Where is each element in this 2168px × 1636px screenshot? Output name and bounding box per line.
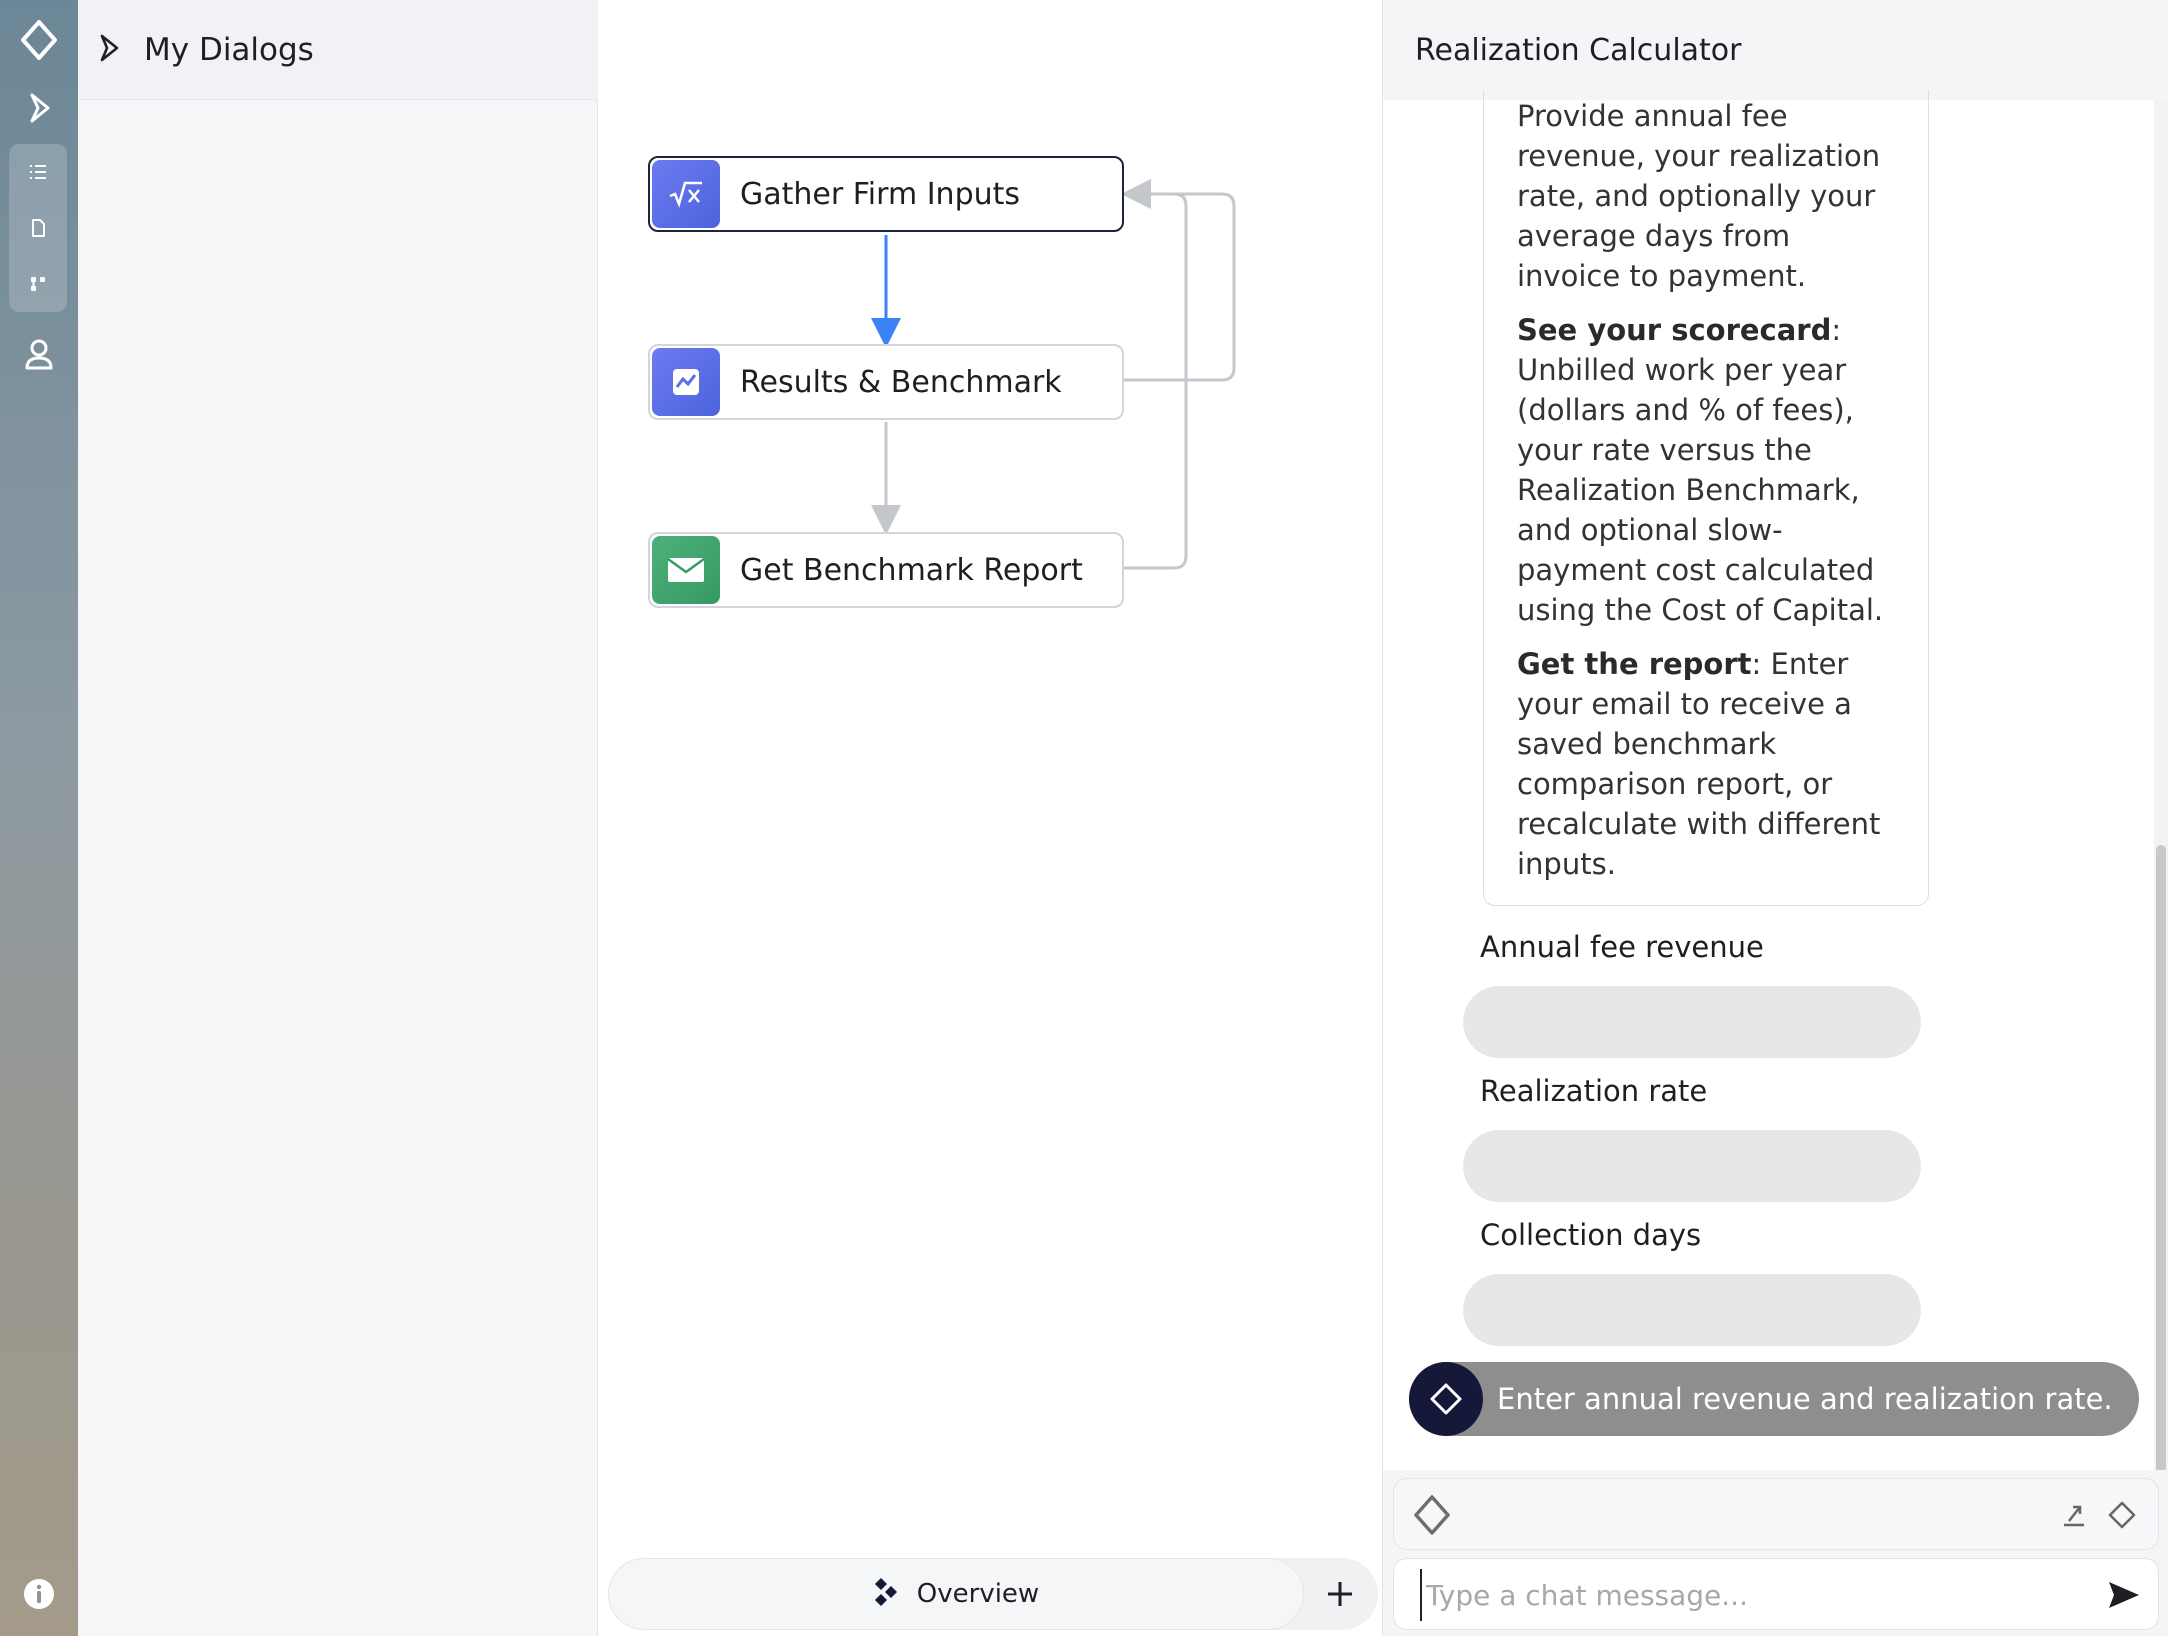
collection-days-input[interactable] [1463,1274,1921,1346]
annual-revenue-label: Annual fee revenue [1480,930,1764,964]
hint-text: Enter annual revenue and realization rat… [1497,1382,2113,1416]
chat-composer [1383,1470,2168,1636]
dialogs-header: My Dialogs [78,0,598,100]
scorecard-text: : Unbilled work per year (dollars and % … [1517,313,1884,627]
upload-icon[interactable] [2054,1495,2094,1535]
report-heading: Get the report [1517,647,1752,681]
app-logo-icon[interactable] [11,12,67,68]
collection-days-label: Collection days [1480,1218,1702,1252]
small-diamond-icon[interactable] [2102,1495,2142,1535]
panel-title: Realization Calculator [1415,32,1742,68]
flow-node-gather-inputs[interactable]: Gather Firm Inputs [648,156,1124,232]
node-label: Gather Firm Inputs [740,176,1021,212]
node-label: Results & Benchmark [740,364,1062,400]
overview-label: Overview [916,1579,1040,1609]
report-paragraph: Get the report: Enter your email to rece… [1517,644,1898,884]
line-chart-icon [652,348,720,416]
intro-text: Provide annual fee revenue, your realiza… [1517,99,1881,293]
send-icon [2109,1582,2139,1608]
annual-revenue-input[interactable] [1463,986,1921,1058]
branch-icon[interactable] [22,268,54,300]
scorecard-heading: See your scorecard [1517,313,1832,347]
chat-message-input[interactable] [1420,1569,2070,1621]
dialogs-nav-icon[interactable] [11,80,67,136]
flow-canvas: Gather Firm Inputs Results & Benchmark G… [598,0,1382,1636]
dialog-chevron-icon [94,33,124,67]
composer-toolbar [1393,1478,2159,1550]
dialog-panel: Realization Calculator Provide annual fe… [1382,0,2168,1636]
realization-rate-label: Realization rate [1480,1074,1708,1108]
document-icon[interactable] [22,212,54,244]
overview-icon [873,1577,901,1611]
info-icon[interactable] [11,1566,67,1622]
edge-results-loop [1121,179,1236,382]
app-rail [0,0,78,1636]
list-icon[interactable] [22,156,54,188]
diamond-icon [1409,1362,1483,1436]
submit-hint-button[interactable]: Enter annual revenue and realization rat… [1409,1362,2139,1436]
user-icon[interactable] [11,326,67,382]
node-label: Get Benchmark Report [740,552,1083,588]
scorecard-paragraph: See your scorecard: Unbilled work per ye… [1517,310,1898,630]
instructions-card: Provide annual fee revenue, your realiza… [1483,90,1929,906]
tab-overview[interactable]: Overview [608,1558,1304,1630]
panel-header: Realization Calculator [1383,0,2168,100]
plus-icon [1328,1582,1352,1606]
dialogs-title: My Dialogs [144,31,314,68]
dialogs-panel: My Dialogs [78,0,598,1636]
send-button[interactable] [2102,1573,2146,1617]
assistant-diamond-icon[interactable] [1404,1487,1460,1543]
panel-scrollbar[interactable] [2154,100,2168,1565]
sqrt-x-icon [652,160,720,228]
flow-node-report[interactable]: Get Benchmark Report [648,532,1124,608]
envelope-icon [652,536,720,604]
composer-input-wrap [1393,1558,2159,1630]
report-text: : Enter your email to receive a saved be… [1517,647,1881,881]
realization-rate-input[interactable] [1463,1130,1921,1202]
canvas-footer: Overview [608,1558,1378,1630]
add-tab-button[interactable] [1316,1570,1364,1618]
flow-node-results[interactable]: Results & Benchmark [648,344,1124,420]
scroll-thumb[interactable] [2156,845,2166,1565]
